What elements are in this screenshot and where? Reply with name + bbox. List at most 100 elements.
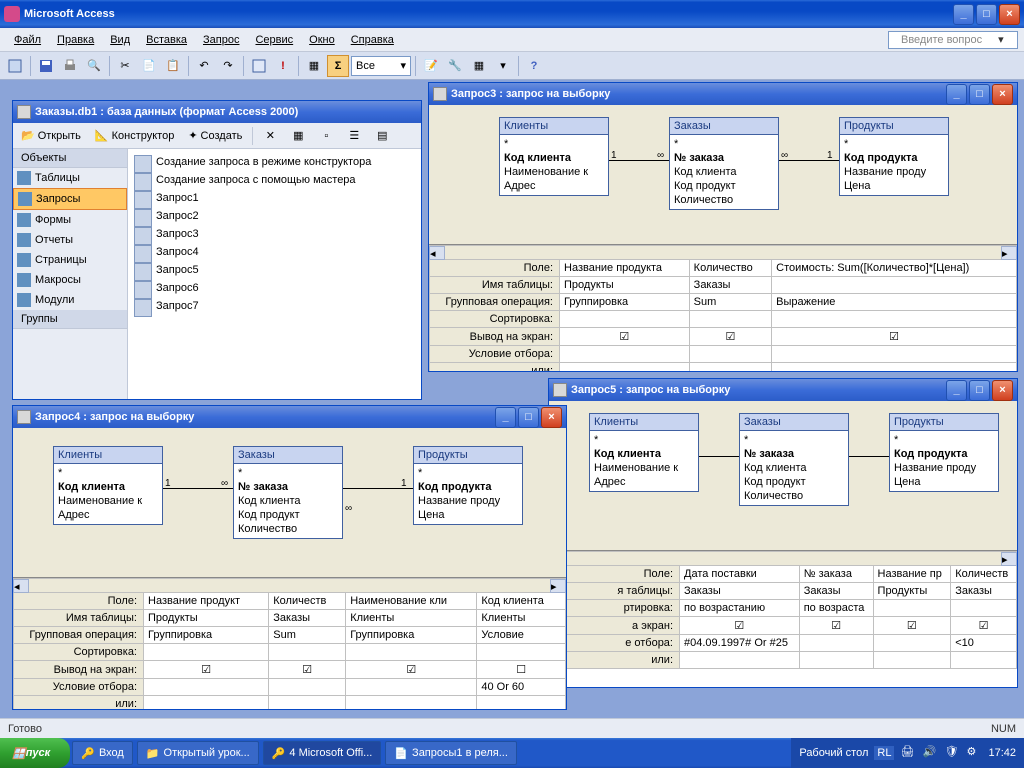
query3-window[interactable]: Запрос3 : запрос на выборку _ □ × Клиент… <box>428 82 1018 372</box>
save-button[interactable] <box>35 55 57 77</box>
obj-pages[interactable]: Страницы <box>13 250 127 270</box>
db-open-button[interactable]: 📂Открыть <box>17 127 85 144</box>
taskbar-item-1[interactable]: 🔑Вход <box>72 741 133 765</box>
q5-grid[interactable]: Поле:Дата поставки№ заказаНазвание прКол… <box>549 565 1017 687</box>
db-window[interactable]: Заказы.db1 : база данных (формат Access … <box>12 100 422 400</box>
q3-relations[interactable]: Клиенты *Код клиентаНаименование кАдрес … <box>429 105 1017 245</box>
toprows-combo[interactable]: Все▾ <box>351 56 411 76</box>
list-q2[interactable]: Запрос2 <box>132 207 417 225</box>
preview-button[interactable]: 🔍 <box>83 55 105 77</box>
q3-max-button[interactable]: □ <box>969 84 990 105</box>
obj-reports[interactable]: Отчеты <box>13 230 127 250</box>
help-button[interactable]: ? <box>523 55 545 77</box>
newobj-button[interactable]: ▾ <box>492 55 514 77</box>
menu-edit[interactable]: Правка <box>49 31 102 49</box>
query4-titlebar[interactable]: Запрос4 : запрос на выборку _ □ × <box>13 406 566 428</box>
q5-orders-table[interactable]: Заказы *№ заказаКод клиентаКод продуктКо… <box>739 413 849 506</box>
menu-insert[interactable]: Вставка <box>138 31 195 49</box>
list-q1[interactable]: Запрос1 <box>132 189 417 207</box>
desktop-label[interactable]: Рабочий стол <box>799 747 868 759</box>
db-view-large-icon[interactable]: ▦ <box>287 125 309 147</box>
obj-forms[interactable]: Формы <box>13 210 127 230</box>
db-create-button[interactable]: ✦Создать <box>184 127 246 144</box>
q4-min-button[interactable]: _ <box>495 407 516 428</box>
paste-button[interactable]: 📋 <box>162 55 184 77</box>
list-new-wizard[interactable]: Создание запроса с помощью мастера <box>132 171 417 189</box>
minimize-button[interactable]: _ <box>953 4 974 25</box>
q4-products-table[interactable]: Продукты *Код продуктаНазвание продуЦена <box>413 446 523 525</box>
q5-min-button[interactable]: _ <box>946 380 967 401</box>
list-q4[interactable]: Запрос4 <box>132 243 417 261</box>
clock[interactable]: 17:42 <box>988 747 1016 759</box>
list-q6[interactable]: Запрос6 <box>132 279 417 297</box>
scroll-right-icon[interactable]: ▸ <box>1001 246 1017 260</box>
q4-clients-table[interactable]: Клиенты *Код клиентаНаименование кАдрес <box>53 446 163 525</box>
maximize-button[interactable]: □ <box>976 4 997 25</box>
redo-button[interactable]: ↷ <box>217 55 239 77</box>
q3-clients-table[interactable]: Клиенты *Код клиентаНаименование кАдрес <box>499 117 609 196</box>
q5-close-button[interactable]: × <box>992 380 1013 401</box>
tray-icon[interactable]: ⚙ <box>966 745 982 761</box>
tray-icon[interactable]: 🖨 <box>900 745 916 761</box>
list-q7[interactable]: Запрос7 <box>132 297 417 315</box>
obj-macros[interactable]: Макросы <box>13 270 127 290</box>
print-button[interactable] <box>59 55 81 77</box>
taskbar-item-2[interactable]: 📁Открытый урок... <box>137 741 259 765</box>
q3-grid[interactable]: Поле:Название продуктаКоличествоСтоимост… <box>429 259 1017 371</box>
q5-max-button[interactable]: □ <box>969 380 990 401</box>
db-view-list-icon[interactable]: ☰ <box>343 125 365 147</box>
menu-help[interactable]: Справка <box>343 31 402 49</box>
q4-close-button[interactable]: × <box>541 407 562 428</box>
start-button[interactable]: 🪟 пуск <box>0 738 70 768</box>
menu-file[interactable]: Файл <box>6 31 49 49</box>
totals-button[interactable]: Σ <box>327 55 349 77</box>
db-titlebar[interactable]: Заказы.db1 : база данных (формат Access … <box>13 101 421 123</box>
close-button[interactable]: × <box>999 4 1020 25</box>
query5-titlebar[interactable]: Запрос5 : запрос на выборку _ □ × <box>549 379 1017 401</box>
q4-max-button[interactable]: □ <box>518 407 539 428</box>
q3-close-button[interactable]: × <box>992 84 1013 105</box>
taskbar-item-3[interactable]: 🔑4 Microsoft Offi... <box>263 741 382 765</box>
view-button[interactable] <box>4 55 26 77</box>
q4-orders-table[interactable]: Заказы *№ заказаКод клиентаКод продуктКо… <box>233 446 343 539</box>
q5-products-table[interactable]: Продукты *Код продуктаНазвание продуЦена <box>889 413 999 492</box>
q3-orders-table[interactable]: Заказы *№ заказаКод клиентаКод продуктКо… <box>669 117 779 210</box>
query4-window[interactable]: Запрос4 : запрос на выборку _ □ × Клиент… <box>12 405 567 710</box>
menu-query[interactable]: Запрос <box>195 31 247 49</box>
db-design-button[interactable]: 📐Конструктор <box>91 127 178 144</box>
tray-icon[interactable]: 🔊 <box>922 745 938 761</box>
cut-button[interactable]: ✂ <box>114 55 136 77</box>
q3-min-button[interactable]: _ <box>946 84 967 105</box>
q5-relations[interactable]: Клиенты *Код клиентаНаименование кАдрес … <box>549 401 1017 551</box>
dbwindow-button[interactable]: ▦ <box>468 55 490 77</box>
obj-queries[interactable]: Запросы <box>13 188 127 210</box>
copy-button[interactable]: 📄 <box>138 55 160 77</box>
scroll-left-icon[interactable]: ◂ <box>429 246 445 260</box>
q4-relations[interactable]: Клиенты *Код клиентаНаименование кАдрес … <box>13 428 566 578</box>
query3-titlebar[interactable]: Запрос3 : запрос на выборку _ □ × <box>429 83 1017 105</box>
query5-window[interactable]: Запрос5 : запрос на выборку _ □ × Клиент… <box>548 378 1018 688</box>
q3-products-table[interactable]: Продукты *Код продуктаНазвание продуЦена <box>839 117 949 196</box>
undo-button[interactable]: ↶ <box>193 55 215 77</box>
properties-button[interactable]: 📝 <box>420 55 442 77</box>
taskbar-item-4[interactable]: 📄Запросы1 в реля... <box>385 741 517 765</box>
tray-icon[interactable]: 🛡 <box>944 745 960 761</box>
menu-window[interactable]: Окно <box>301 31 343 49</box>
lang-indicator[interactable]: RL <box>874 746 894 760</box>
run-button[interactable]: ! <box>272 55 294 77</box>
list-q3[interactable]: Запрос3 <box>132 225 417 243</box>
querytype-button[interactable] <box>248 55 270 77</box>
list-q5[interactable]: Запрос5 <box>132 261 417 279</box>
help-search[interactable]: Введите вопрос▾ <box>888 31 1018 49</box>
obj-tables[interactable]: Таблицы <box>13 168 127 188</box>
q5-clients-table[interactable]: Клиенты *Код клиентаНаименование кАдрес <box>589 413 699 492</box>
list-new-design[interactable]: Создание запроса в режиме конструктора <box>132 153 417 171</box>
db-delete-button[interactable]: ✕ <box>259 125 281 147</box>
db-view-detail-icon[interactable]: ▤ <box>371 125 393 147</box>
showtable-button[interactable]: ▦ <box>303 55 325 77</box>
q4-grid[interactable]: Поле:Название продуктКоличествНаименован… <box>13 592 566 709</box>
menu-tools[interactable]: Сервис <box>247 31 301 49</box>
obj-modules[interactable]: Модули <box>13 290 127 310</box>
menu-view[interactable]: Вид <box>102 31 138 49</box>
builder-button[interactable]: 🔧 <box>444 55 466 77</box>
